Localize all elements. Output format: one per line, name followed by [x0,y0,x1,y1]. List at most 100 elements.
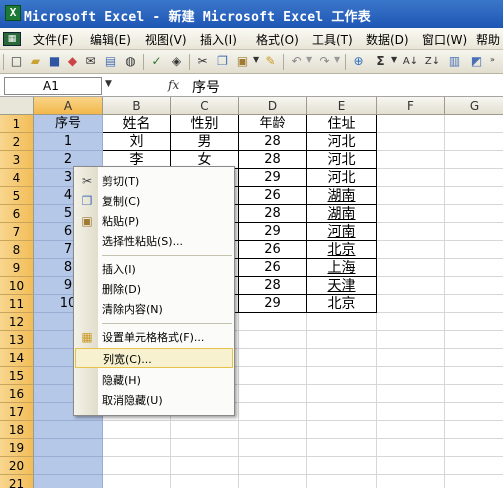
row-header-7[interactable]: 7 [0,223,34,241]
cell-a20[interactable] [34,457,103,475]
cell-f20[interactable] [377,457,445,475]
research-icon[interactable]: ◈ [168,53,185,70]
cell-f14[interactable] [377,349,445,367]
name-box[interactable]: A1 [4,77,102,95]
cell-e5[interactable]: 湖南 [307,187,377,205]
cell-c20[interactable] [171,457,239,475]
cell-d6[interactable]: 28 [239,205,307,223]
cell-d14[interactable] [239,349,307,367]
row-header-1[interactable]: 1 [0,115,34,133]
row-header-10[interactable]: 10 [0,277,34,295]
row-header-11[interactable]: 11 [0,295,34,313]
cell-g2[interactable] [445,133,503,151]
cell-g8[interactable] [445,241,503,259]
cell-d5[interactable]: 26 [239,187,307,205]
cell-e12[interactable] [307,313,377,331]
column-header-d[interactable]: D [239,97,307,115]
cell-d10[interactable]: 28 [239,277,307,295]
cell-b19[interactable] [103,439,171,457]
cell-d18[interactable] [239,421,307,439]
ctx-column-width[interactable]: 列宽(C)... [75,348,233,368]
copy-icon[interactable]: ❐ [214,53,231,70]
redo-dropdown-icon[interactable]: ▼ [334,55,340,64]
cell-f1[interactable] [377,115,445,133]
ctx-clear-contents[interactable]: 清除内容(N) [75,299,233,319]
workbook-menu-icon[interactable]: ▦ [3,32,21,46]
cell-d16[interactable] [239,385,307,403]
cell-f11[interactable] [377,295,445,313]
print-preview-icon[interactable]: ◍ [122,53,139,70]
cell-f21[interactable] [377,475,445,488]
cell-g14[interactable] [445,349,503,367]
menu-tools[interactable]: 工具(T) [312,31,353,47]
cell-e11[interactable]: 北京 [307,295,377,313]
cell-d21[interactable] [239,475,307,488]
cell-a1[interactable]: 序号 [34,115,103,133]
row-header-2[interactable]: 2 [0,133,34,151]
cell-g7[interactable] [445,223,503,241]
cell-f13[interactable] [377,331,445,349]
column-header-g[interactable]: G [445,97,503,115]
column-header-b[interactable]: B [103,97,171,115]
cell-a19[interactable] [34,439,103,457]
menu-file[interactable]: 文件(F) [33,31,73,47]
cell-e8[interactable]: 北京 [307,241,377,259]
cell-b18[interactable] [103,421,171,439]
row-header-3[interactable]: 3 [0,151,34,169]
cell-d2[interactable]: 28 [239,133,307,151]
paste-icon[interactable]: ▣ [234,53,251,70]
cell-d4[interactable]: 29 [239,169,307,187]
autosum-icon[interactable]: Σ [372,53,389,70]
select-all-button[interactable] [0,97,34,115]
ctx-delete[interactable]: 删除(D) [75,279,233,299]
cell-g17[interactable] [445,403,503,421]
cell-c21[interactable] [171,475,239,488]
menu-data[interactable]: 数据(D) [366,31,409,47]
menu-format[interactable]: 格式(O) [256,31,299,47]
cell-f18[interactable] [377,421,445,439]
toolbar-options-icon[interactable]: » [490,55,495,64]
cut-icon[interactable]: ✂ [194,53,211,70]
cell-c2[interactable]: 男 [171,133,239,151]
ctx-hide[interactable]: 隐藏(H) [75,370,233,390]
redo-icon[interactable]: ↷ [316,53,333,70]
cell-g4[interactable] [445,169,503,187]
paste-dropdown-icon[interactable]: ▼ [253,55,259,64]
cell-e16[interactable] [307,385,377,403]
cell-e15[interactable] [307,367,377,385]
row-header-17[interactable]: 17 [0,403,34,421]
cell-e10[interactable]: 天津 [307,277,377,295]
cell-d7[interactable]: 29 [239,223,307,241]
email-icon[interactable]: ✉ [82,53,99,70]
cell-f4[interactable] [377,169,445,187]
cell-e3[interactable]: 河北 [307,151,377,169]
formula-input[interactable]: 序号 [192,77,220,97]
column-header-f[interactable]: F [377,97,445,115]
cell-d3[interactable]: 28 [239,151,307,169]
ctx-cut[interactable]: ✂ 剪切(T) [75,171,233,191]
chart-wizard-icon[interactable]: ▥ [446,53,463,70]
row-header-5[interactable]: 5 [0,187,34,205]
cell-f3[interactable] [377,151,445,169]
cell-f7[interactable] [377,223,445,241]
permission-icon[interactable]: ◆ [64,53,81,70]
row-header-21[interactable]: 21 [0,475,34,488]
menu-insert[interactable]: 插入(I) [200,31,237,47]
cell-e7[interactable]: 河南 [307,223,377,241]
row-header-19[interactable]: 19 [0,439,34,457]
menu-window[interactable]: 窗口(W) [422,31,467,47]
ctx-copy[interactable]: ❐ 复制(C) [75,191,233,211]
ctx-paste[interactable]: ▣ 粘贴(P) [75,211,233,231]
column-header-c[interactable]: C [171,97,239,115]
cell-c1[interactable]: 性别 [171,115,239,133]
hyperlink-icon[interactable]: ⊕ [350,53,367,70]
format-painter-icon[interactable]: ✎ [262,53,279,70]
cell-a21[interactable] [34,475,103,488]
cell-f15[interactable] [377,367,445,385]
cell-d19[interactable] [239,439,307,457]
print-icon[interactable]: ▤ [102,53,119,70]
cell-b2[interactable]: 刘 [103,133,171,151]
cell-g13[interactable] [445,331,503,349]
row-header-15[interactable]: 15 [0,367,34,385]
cell-e2[interactable]: 河北 [307,133,377,151]
